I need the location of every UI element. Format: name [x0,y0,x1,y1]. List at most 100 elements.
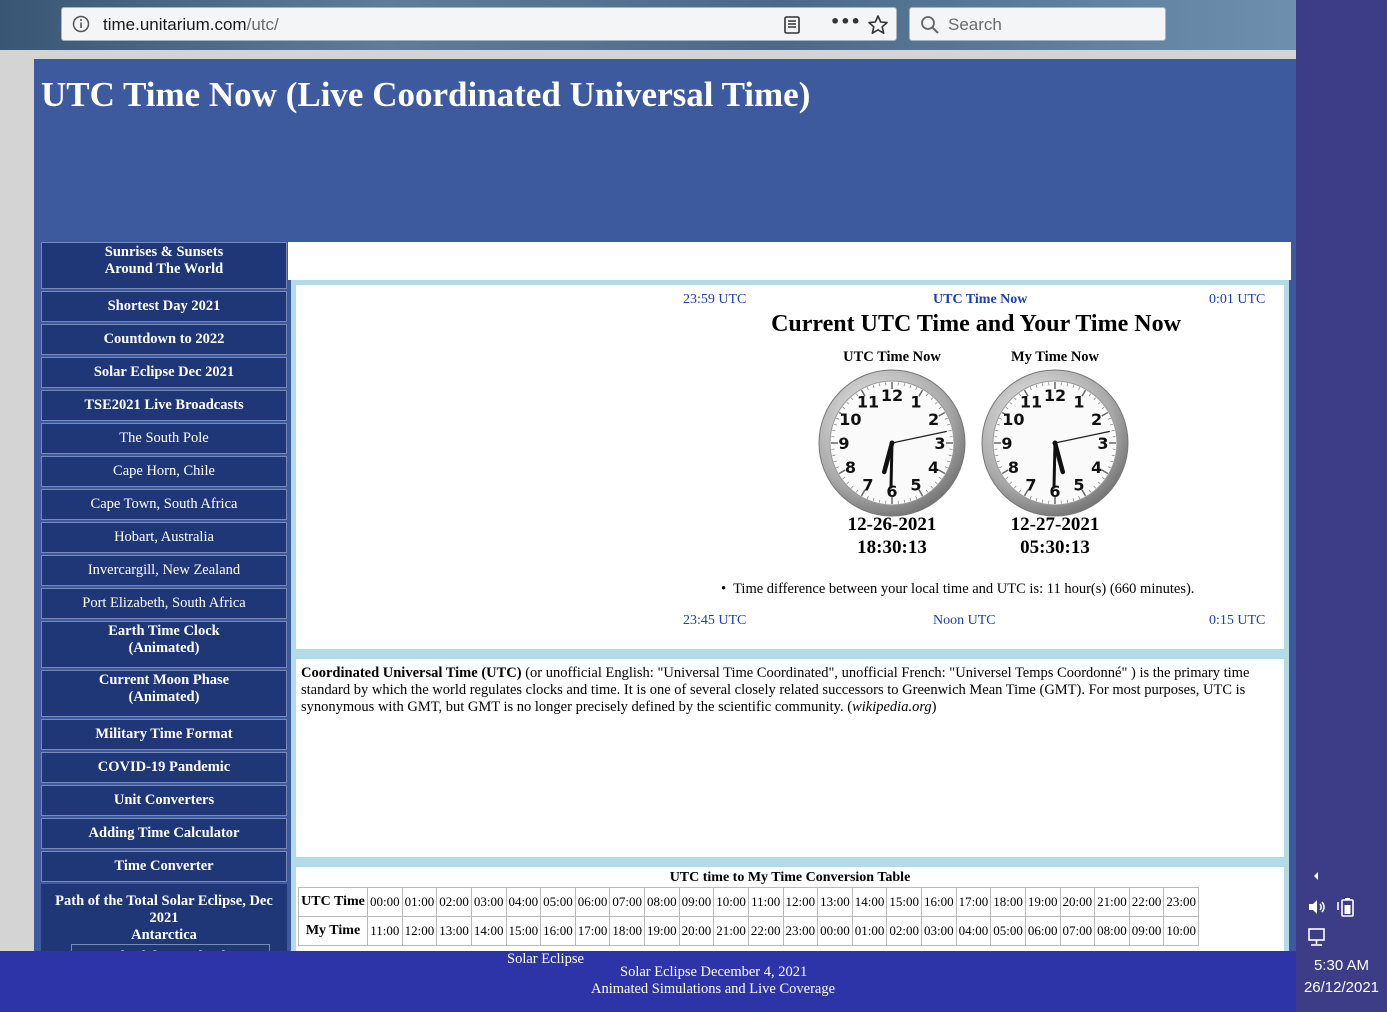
sidebar-item-label: (Animated) [128,640,200,656]
sidebar-item-9[interactable]: Invercargill, New Zealand [41,555,287,586]
utc-cell: 12:00 [782,887,819,917]
footer-live-coverage[interactable]: Live Coverage [749,981,835,997]
wikipedia-link[interactable]: wikipedia.org [852,699,932,715]
clock-panel: 23:59 UTC UTC Time Now 0:01 UTC Current … [291,280,1289,654]
browser-toolbar: time.unitarium.com/utc/ ••• Search [0,0,1296,50]
utc-cell: 17:00 [955,887,992,917]
main-container: UTC Time Now (Live Coordinated Universal… [34,59,1296,951]
utc-cell: 07:00 [609,887,645,917]
sidebar-item-1[interactable]: Shortest Day 2021 [41,291,287,322]
sidebar-item-14[interactable]: COVID-19 Pandemic [41,752,287,783]
conversion-table-panel: UTC time to My Time Conversion Table UTC… [291,862,1289,951]
utc-analog-clock: 12 1234567891011 [818,369,966,517]
network-icon[interactable] [1306,926,1328,948]
sidebar-item-8[interactable]: Hobart, Australia [41,522,287,553]
info-icon[interactable] [72,15,90,33]
system-clock[interactable]: 5:30 AM 26/12/2021 [1296,955,1387,999]
search-bar[interactable]: Search [909,7,1166,41]
row-header-my-time: My Time [298,916,368,946]
utc-cell: 15:00 [886,887,922,917]
footer-eclipse-date[interactable]: Solar Eclipse December 4, 2021 [620,964,807,981]
page-title: UTC Time Now (Live Coordinated Universal… [41,75,811,114]
utc-cell: 18:00 [990,887,1026,917]
sidebar-item-label: Cape Horn, Chile [113,463,215,479]
footer-animated-simulations[interactable]: Animated Simulations [591,981,721,997]
volume-icon[interactable] [1306,896,1328,918]
link-0-01-utc[interactable]: 0:01 UTC [1209,292,1265,308]
eclipse-box-title[interactable]: Path of the Total Solar Eclipse, Dec [41,893,287,910]
description-text: Coordinated Universal Time (UTC) (or uno… [301,665,1279,716]
my-time-cell: 13:00 [436,916,472,946]
reader-view-icon[interactable] [781,14,803,36]
link-utc-time-now[interactable]: UTC Time Now [933,292,1027,308]
sidebar-item-4[interactable]: TSE2021 Live Broadcasts [41,390,287,421]
sidebar-item-0[interactable]: Sunrises & Sunsets Around The World [41,242,287,289]
address-bar[interactable]: time.unitarium.com/utc/ ••• [61,7,897,41]
battery-icon[interactable] [1336,896,1358,918]
page-actions-icon[interactable]: ••• [830,12,861,34]
utc-cell: 23:00 [1163,887,1199,917]
sidebar-item-11[interactable]: Earth Time Clock (Animated) [41,621,287,668]
table-row: My Time 11:00 12:00 13:00 14:00 15:00 16:00 17… [298,916,1199,946]
eclipse-box-title-2[interactable]: 2021 [41,910,287,927]
sidebar-item-16[interactable]: Adding Time Calculator [41,818,287,849]
sidebar-item-5[interactable]: The South Pole [41,423,287,454]
my-time-cell: 10:00 [1163,916,1199,946]
clock-numeral: 5 [1073,476,1084,495]
eclipse-box-subtitle[interactable]: Antarctica [41,927,287,944]
utc-cell: 05:00 [540,887,576,917]
utc-cell: 03:00 [470,887,507,917]
my-time-cell: 07:00 [1059,916,1096,946]
footer-links: Animated Simulations and Live Coverage [591,981,835,998]
sidebar-item-15[interactable]: Unit Converters [41,785,287,816]
link-0-15-utc[interactable]: 0:15 UTC [1209,613,1265,629]
link-23-45-utc[interactable]: 23:45 UTC [683,613,746,629]
search-input[interactable]: Search [948,15,1002,35]
web-page: UTC Time Now (Live Coordinated Universal… [0,50,1296,951]
clock-numeral: 10 [1002,410,1024,429]
description-close: ) [931,699,937,715]
utc-cell: 13:00 [817,887,853,917]
sidebar-item-10[interactable]: Port Elizabeth, South Africa [41,588,287,619]
utc-cell: 11:00 [747,887,784,917]
sidebar-item-3[interactable]: Solar Eclipse Dec 2021 [41,357,287,388]
eclipse-path-link[interactable]: Path of the Total SolarEclipse in Dec 20… [71,944,270,951]
footer-banner: Solar Eclipse Solar Eclipse December 4, … [0,951,1296,1012]
bookmark-star-icon[interactable] [867,14,889,36]
my-time-cell: 03:00 [921,916,957,946]
clock-center [889,440,895,446]
clock-numeral: 7 [1025,476,1036,495]
address-text[interactable]: time.unitarium.com/utc/ [103,15,279,35]
link-23-59-utc[interactable]: 23:59 UTC [683,292,746,308]
sidebar-item-6[interactable]: Cape Horn, Chile [41,456,287,487]
utc-cell: 14:00 [851,887,888,917]
sidebar-item-13[interactable]: Military Time Format [41,719,287,750]
chevron-left-icon[interactable] [1309,866,1323,886]
sidebar-nav: Sunrises & Sunsets Around The World Shorte… [41,242,287,951]
description-term: Coordinated Universal Time (UTC) [301,665,522,681]
search-icon [921,16,939,34]
my-time-cell: 16:00 [540,916,576,946]
my-time-cell: 14:00 [470,916,507,946]
clock-numeral: 3 [1097,434,1108,453]
clock-numeral: 9 [1001,434,1012,453]
sidebar-item-2[interactable]: Countdown to 2022 [41,324,287,355]
utc-cell: 21:00 [1094,887,1130,917]
utc-cell: 00:00 [367,887,403,917]
link-noon-utc[interactable]: Noon UTC [933,613,996,629]
sidebar-item-12[interactable]: Current Moon Phase (Animated) [41,670,287,717]
utc-cell: 16:00 [921,887,957,917]
clock-numeral: 10 [839,410,861,429]
sidebar-item-label: (Animated) [128,689,200,705]
sidebar-item-17[interactable]: Time Converter [41,851,287,882]
local-date: 12-27-2021 [1010,514,1100,535]
my-time-cell: 20:00 [678,916,715,946]
footer-solar-eclipse[interactable]: Solar Eclipse [507,951,584,968]
my-time-cell: 04:00 [955,916,992,946]
time-difference: • Time difference between your local tim… [721,581,1195,597]
sidebar-item-7[interactable]: Cape Town, South Africa [41,489,287,520]
my-time-cell: 09:00 [1128,916,1165,946]
my-time-cell: 06:00 [1024,916,1061,946]
eclipse-path-box: Path of the Total Solar Eclipse, Dec 2021… [41,884,287,951]
clock-numeral: 1 [1073,392,1084,411]
